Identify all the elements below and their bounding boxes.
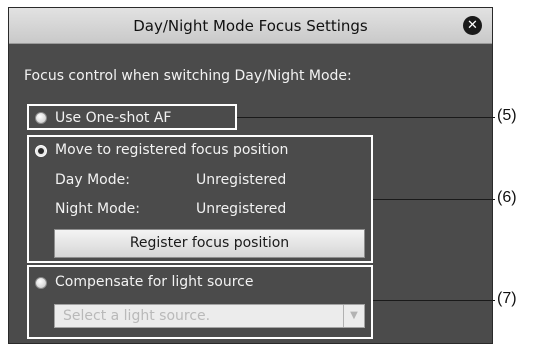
one-shot-af-label[interactable]: Use One-shot AF <box>55 110 171 126</box>
compensate-label[interactable]: Compensate for light source <box>55 274 253 290</box>
callout-label-6: (6) <box>497 189 517 206</box>
callout-label-5: (5) <box>497 107 517 124</box>
callout-line-5 <box>237 117 495 118</box>
night-mode-value: Unregistered <box>196 201 287 217</box>
callout-label-7: (7) <box>497 290 517 307</box>
registered-focus-label[interactable]: Move to registered focus position <box>55 142 288 158</box>
night-mode-label: Night Mode: <box>55 201 140 217</box>
close-icon[interactable]: ✕ <box>463 16 482 35</box>
focus-control-prompt: Focus control when switching Day/Night M… <box>24 68 352 84</box>
light-source-placeholder: Select a light source. <box>63 308 211 324</box>
callout-line-7 <box>373 300 495 301</box>
compensate-radio[interactable] <box>35 277 47 289</box>
light-source-select[interactable]: Select a light source. ▼ <box>54 304 365 328</box>
dropdown-arrow-icon[interactable]: ▼ <box>343 305 364 327</box>
register-focus-button[interactable]: Register focus position <box>54 229 365 258</box>
callout-line-6 <box>373 199 495 200</box>
dialog-title: Day/Night Mode Focus Settings <box>133 17 368 35</box>
registered-focus-radio[interactable] <box>35 145 47 157</box>
day-mode-label: Day Mode: <box>55 172 130 188</box>
day-mode-value: Unregistered <box>196 172 287 188</box>
title-bar: Day/Night Mode Focus Settings ✕ <box>9 8 492 44</box>
one-shot-af-radio[interactable] <box>35 112 47 124</box>
